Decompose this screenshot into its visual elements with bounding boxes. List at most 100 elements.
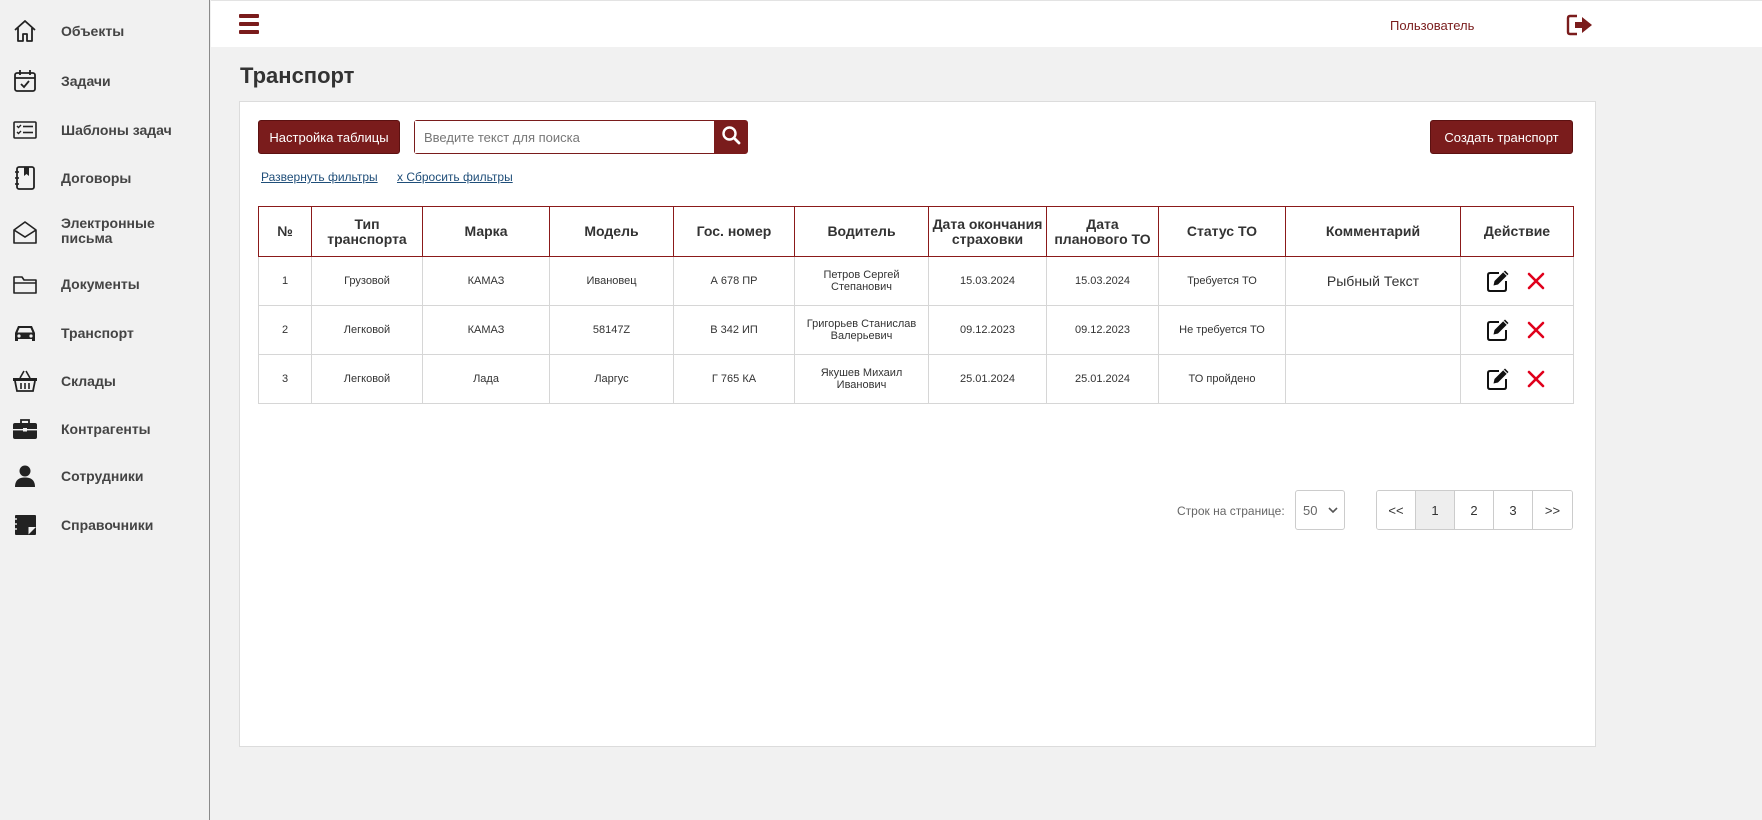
page-last-button[interactable]: >> xyxy=(1533,491,1572,529)
delete-icon[interactable] xyxy=(1524,318,1548,342)
cell-planned-to: 25.01.2024 xyxy=(1046,354,1159,404)
cell-driver: Григорьев Станислав Валерьевич xyxy=(794,305,929,355)
rows-per-page-value: 50 xyxy=(1303,502,1318,518)
table-row[interactable]: 1 Грузовой КАМАЗ Ивановец А 678 ПР Петро… xyxy=(258,256,1574,306)
cell-plate: Г 765 КА xyxy=(673,354,795,404)
cell-driver: Петров Сергей Степанович xyxy=(794,256,929,306)
menu-icon[interactable] xyxy=(239,14,259,36)
chevron-down-icon xyxy=(1328,507,1338,513)
sidebar-item-emails[interactable]: Электронные письма xyxy=(0,216,209,248)
column-header-to-status[interactable]: Статус ТО xyxy=(1158,206,1286,257)
edit-icon[interactable] xyxy=(1486,367,1510,391)
contract-book-icon xyxy=(12,165,38,191)
cell-type: Легковой xyxy=(311,354,423,404)
cell-plate: В 342 ИП xyxy=(673,305,795,355)
sidebar-item-label: Транспорт xyxy=(61,324,134,341)
sidebar-item-label: Сотрудники xyxy=(61,467,144,484)
sidebar-item-tasks[interactable]: Задачи xyxy=(0,67,209,95)
cell-type: Легковой xyxy=(311,305,423,355)
table-settings-button[interactable]: Настройка таблицы xyxy=(258,120,400,154)
page-button-1[interactable]: 1 xyxy=(1416,491,1455,529)
cell-actions xyxy=(1460,354,1574,404)
edit-icon[interactable] xyxy=(1486,318,1510,342)
cell-model: Ларгус xyxy=(549,354,674,404)
cell-number: 3 xyxy=(258,354,312,404)
rows-per-page-select[interactable]: 50 xyxy=(1295,490,1345,530)
sidebar-item-label: Объекты xyxy=(61,22,125,39)
top-bar: Пользователь xyxy=(211,0,1762,47)
table-row[interactable]: 2 Легковой КАМАЗ 58147Z В 342 ИП Григорь… xyxy=(258,305,1574,355)
sidebar-item-employees[interactable]: Сотрудники xyxy=(0,462,209,490)
rows-per-page-label: Строк на странице: xyxy=(1177,504,1285,518)
cell-actions xyxy=(1460,256,1574,306)
column-header-planned-to[interactable]: Дата планового ТО xyxy=(1046,206,1159,257)
cell-type: Грузовой xyxy=(311,256,423,306)
page-first-button[interactable]: << xyxy=(1377,491,1416,529)
sidebar-item-label: Справочники xyxy=(61,516,154,533)
sidebar-item-label: Шаблоны задач xyxy=(61,121,172,138)
cell-brand: КАМАЗ xyxy=(422,256,550,306)
cell-to-status: Не требуется ТО xyxy=(1158,305,1286,355)
sidebar-item-documents[interactable]: Документы xyxy=(0,270,209,298)
sidebar: Объекты Задачи Шаблоны задач Договоры Эл… xyxy=(0,0,210,820)
cell-number: 2 xyxy=(258,305,312,355)
sidebar-item-directories[interactable]: Справочники xyxy=(0,511,209,539)
column-header-number[interactable]: № xyxy=(258,206,312,257)
cell-planned-to: 15.03.2024 xyxy=(1046,256,1159,306)
sidebar-item-label: Электронные письма xyxy=(61,215,155,246)
cell-model: Ивановец xyxy=(549,256,674,306)
column-header-comment[interactable]: Комментарий xyxy=(1285,206,1461,257)
briefcase-icon xyxy=(12,416,38,442)
cell-model: 58147Z xyxy=(549,305,674,355)
folder-icon xyxy=(12,271,38,297)
cell-actions xyxy=(1460,305,1574,355)
sidebar-item-warehouses[interactable]: Склады xyxy=(0,367,209,395)
envelope-icon xyxy=(12,219,38,245)
logout-icon[interactable] xyxy=(1566,13,1594,37)
user-icon xyxy=(12,463,38,489)
expand-filters-link[interactable]: Развернуть фильтры xyxy=(261,170,378,184)
sidebar-item-label: Склады xyxy=(61,372,116,389)
user-menu-link[interactable]: Пользователь xyxy=(1390,18,1474,33)
table-row[interactable]: 3 Легковой Лада Ларгус Г 765 КА Якушев М… xyxy=(258,354,1574,404)
cell-comment: Рыбный Текст xyxy=(1285,256,1461,306)
content-card: Настройка таблицы Создать транспорт Разв… xyxy=(239,101,1596,747)
table-header-row: № Тип транспорта Марка Модель Гос. номер… xyxy=(258,206,1574,257)
column-header-insurance-end[interactable]: Дата окончания страховки xyxy=(928,206,1047,257)
cell-comment xyxy=(1285,354,1461,404)
delete-icon[interactable] xyxy=(1524,269,1548,293)
checklist-icon xyxy=(12,117,38,143)
calendar-check-icon xyxy=(12,68,38,94)
basket-icon xyxy=(12,368,38,394)
create-transport-button[interactable]: Создать транспорт xyxy=(1430,120,1573,154)
page-button-3[interactable]: 3 xyxy=(1494,491,1533,529)
page-button-2[interactable]: 2 xyxy=(1455,491,1494,529)
column-header-brand[interactable]: Марка xyxy=(422,206,550,257)
search-button[interactable] xyxy=(714,121,747,153)
sidebar-item-label: Задачи xyxy=(61,72,111,89)
column-header-driver[interactable]: Водитель xyxy=(794,206,929,257)
sidebar-item-transport[interactable]: Транспорт xyxy=(0,319,209,347)
page-title: Транспорт xyxy=(240,63,355,88)
cell-plate: А 678 ПР xyxy=(673,256,795,306)
edit-icon[interactable] xyxy=(1486,269,1510,293)
pagination: << 1 2 3 >> xyxy=(1376,490,1573,530)
column-header-type[interactable]: Тип транспорта xyxy=(311,206,423,257)
sidebar-item-label: Контрагенты xyxy=(61,420,151,437)
reset-filters-link[interactable]: x Сбросить фильтры xyxy=(397,170,513,184)
delete-icon[interactable] xyxy=(1524,367,1548,391)
search-input[interactable] xyxy=(415,121,714,153)
column-header-plate[interactable]: Гос. номер xyxy=(673,206,795,257)
cell-comment xyxy=(1285,305,1461,355)
column-header-model[interactable]: Модель xyxy=(549,206,674,257)
sidebar-item-counterparties[interactable]: Контрагенты xyxy=(0,415,209,443)
sidebar-item-label: Документы xyxy=(61,275,140,292)
home-icon xyxy=(12,18,38,44)
cell-planned-to: 09.12.2023 xyxy=(1046,305,1159,355)
cell-insurance-end: 15.03.2024 xyxy=(928,256,1047,306)
sidebar-item-task-templates[interactable]: Шаблоны задач xyxy=(0,116,209,144)
sidebar-item-contracts[interactable]: Договоры xyxy=(0,164,209,192)
cell-insurance-end: 25.01.2024 xyxy=(928,354,1047,404)
car-icon xyxy=(12,320,38,346)
sidebar-item-objects[interactable]: Объекты xyxy=(0,17,209,45)
